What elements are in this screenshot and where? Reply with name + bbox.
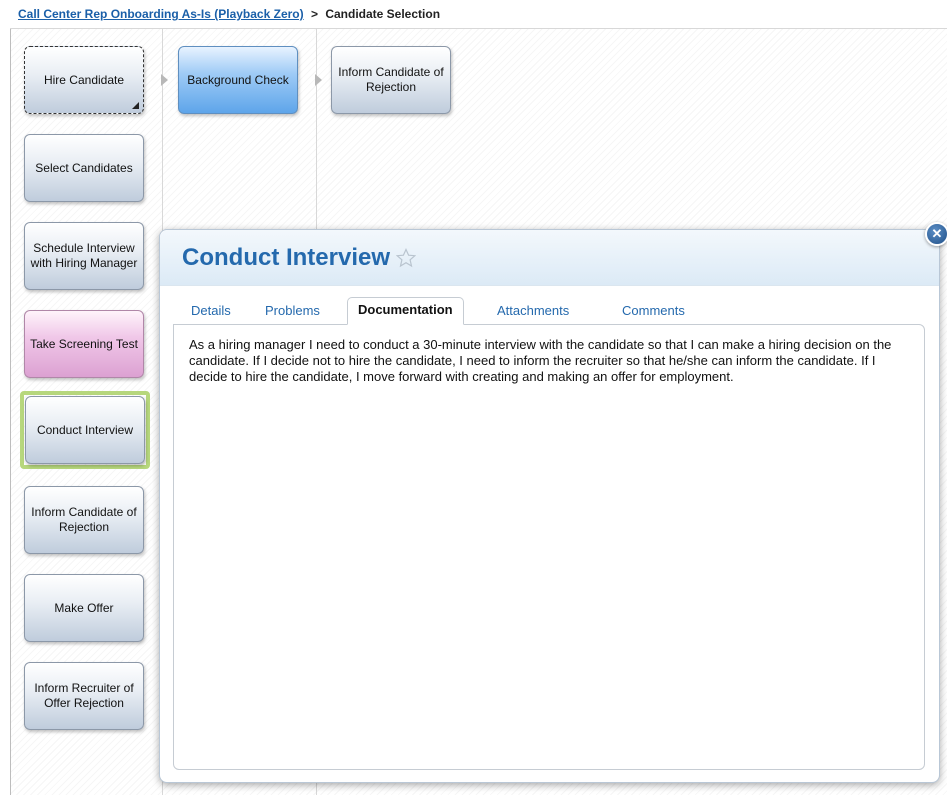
activity-hire-candidate[interactable]: Hire Candidate [24,46,144,114]
corner-triangle-icon [132,102,139,109]
activity-label: Select Candidates [35,160,133,175]
close-circle-icon[interactable]: ✕ [925,222,947,246]
triangle-right-icon [315,74,322,86]
activity-label: Take Screening Test [30,336,138,351]
activity-label: Background Check [187,72,289,87]
activity-inform-recruiter-offer-rejection[interactable]: Inform Recruiter of Offer Rejection [24,662,144,730]
activity-make-offer[interactable]: Make Offer [24,574,144,642]
documentation-text: As a hiring manager I need to conduct a … [189,337,892,384]
activity-background-check[interactable]: Background Check [178,46,298,114]
breadcrumb-separator: > [310,7,318,21]
activity-inform-candidate-rejection-2[interactable]: Inform Candidate of Rejection [331,46,451,114]
activity-label: Hire Candidate [43,72,125,87]
tab-details[interactable]: Details [191,301,231,321]
activity-take-screening-test[interactable]: Take Screening Test [24,310,144,378]
activity-label: Make Offer [54,600,114,615]
documentation-panel[interactable]: As a hiring manager I need to conduct a … [173,324,925,770]
triangle-right-icon [161,74,168,86]
tab-documentation[interactable]: Documentation [347,297,464,325]
star-outline-icon[interactable] [396,248,416,268]
tab-comments[interactable]: Comments [622,301,685,321]
activity-label: Inform Candidate of Rejection [31,505,137,534]
activity-inform-candidate-rejection[interactable]: Inform Candidate of Rejection [24,486,144,554]
activity-detail-popup: Conduct Interview ✕ Details Problems Doc… [159,222,947,783]
tab-problems[interactable]: Problems [265,301,320,321]
activity-select-candidates[interactable]: Select Candidates [24,134,144,202]
tab-attachments[interactable]: Attachments [497,301,569,321]
breadcrumb: Call Center Rep Onboarding As-Is (Playba… [10,0,947,29]
activity-label: Conduct Interview [36,422,134,437]
breadcrumb-current: Candidate Selection [325,7,441,21]
breadcrumb-parent-link[interactable]: Call Center Rep Onboarding As-Is (Playba… [18,7,304,21]
popup-title: Conduct Interview [182,244,391,271]
activity-label: Inform Candidate of Rejection [338,65,444,94]
activity-conduct-interview[interactable]: Conduct Interview [25,396,145,464]
popup-tabs: Details Problems Documentation Attachmen… [174,297,927,325]
activity-label: Inform Recruiter of Offer Rejection [34,681,134,710]
popup-header: Conduct Interview [160,230,939,286]
activity-schedule-interview[interactable]: Schedule Interview with Hiring Manager [24,222,144,290]
activity-label: Schedule Interview with Hiring Manager [30,241,138,270]
